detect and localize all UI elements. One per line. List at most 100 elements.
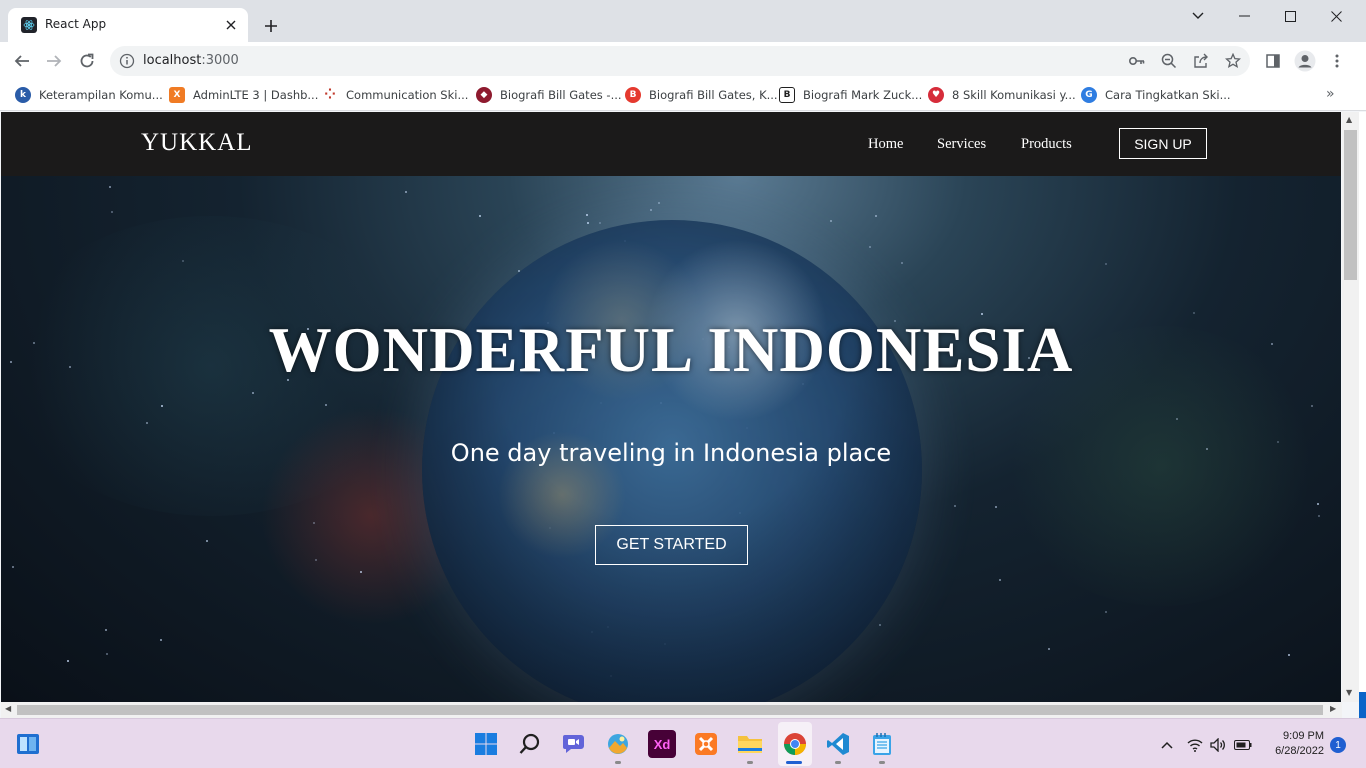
chrome-icon[interactable] [781, 730, 809, 758]
star-dot [479, 215, 481, 217]
get-started-button[interactable]: GET STARTED [595, 525, 748, 565]
star-dot [315, 559, 317, 561]
close-window-button[interactable] [1313, 0, 1359, 32]
star-dot [106, 653, 108, 655]
adobe-xd-icon[interactable]: Xd [648, 730, 676, 758]
react-favicon-icon [21, 17, 37, 33]
running-indicator [615, 761, 621, 764]
bookmark-label: AdminLTE 3 | Dashb... [193, 88, 319, 102]
notification-count-badge[interactable]: 1 [1330, 737, 1346, 753]
nav-products-link[interactable]: Products [1021, 136, 1072, 153]
star-dot [650, 209, 652, 211]
star-dot [325, 404, 327, 406]
key-icon[interactable] [1127, 51, 1147, 71]
star-dot [875, 215, 877, 217]
star-dot [599, 222, 601, 224]
tab-react-app[interactable]: React App [8, 8, 248, 42]
star-dot [146, 422, 148, 424]
minimize-button[interactable] [1221, 0, 1267, 32]
diamond-icon: ◆ [476, 87, 492, 103]
site-logo[interactable]: YUKKAL [141, 129, 253, 157]
vertical-scroll-thumb[interactable] [1344, 130, 1357, 280]
address-bar[interactable]: localhost:3000 [110, 46, 1250, 76]
bookmark-label: Biografi Bill Gates, K... [649, 88, 778, 102]
horizontal-scroll-thumb[interactable] [17, 705, 1323, 715]
back-button[interactable] [8, 47, 36, 75]
running-indicator [835, 761, 841, 764]
nav-home-link[interactable]: Home [868, 136, 903, 153]
star-dot [1048, 648, 1050, 650]
url-text[interactable]: localhost:3000 [143, 53, 239, 68]
nav-services-link[interactable]: Services [937, 136, 986, 153]
new-tab-button[interactable] [258, 13, 284, 39]
tab-search-chevron-icon[interactable] [1175, 0, 1221, 32]
star-dot [658, 202, 660, 204]
tray-overflow-chevron-icon[interactable] [1158, 736, 1176, 754]
url-port: :3000 [201, 53, 239, 68]
side-panel-icon[interactable] [1259, 47, 1287, 75]
hero-section: WONDERFUL INDONESIA One day traveling in… [1, 176, 1341, 702]
running-indicator [747, 761, 753, 764]
bookmark-item[interactable]: ⁘ Communication Ski... [322, 85, 468, 105]
system-clock[interactable]: 9:09 PM 6/28/2022 [1260, 729, 1324, 759]
star-dot [901, 262, 903, 264]
horizontal-scrollbar[interactable]: ◀ ▶ [1, 702, 1342, 718]
reload-button[interactable] [73, 47, 101, 75]
profile-avatar-icon[interactable] [1291, 47, 1319, 75]
windows-start-icon[interactable] [472, 730, 500, 758]
bookmark-label: Biografi Bill Gates -... [500, 88, 622, 102]
bookmark-label: 8 Skill Komunikasi y... [952, 88, 1076, 102]
bookmarks-overflow-icon[interactable]: » [1326, 86, 1335, 102]
star-dot [160, 639, 162, 641]
star-dot [879, 624, 881, 626]
running-indicator [879, 761, 885, 764]
zoom-icon[interactable] [1159, 51, 1179, 71]
star-dot [182, 260, 184, 262]
chrome-menu-icon[interactable] [1323, 47, 1351, 75]
widgets-icon[interactable] [14, 730, 42, 758]
xampp-icon[interactable] [692, 730, 720, 758]
photos-icon[interactable] [604, 730, 632, 758]
scroll-down-arrow-icon[interactable]: ▼ [1346, 688, 1352, 697]
forward-button[interactable] [40, 47, 68, 75]
sign-up-button[interactable]: SIGN UP [1119, 128, 1207, 159]
site-info-icon[interactable] [119, 53, 135, 69]
bookmark-item[interactable]: B Biografi Mark Zuck... [779, 85, 922, 105]
star-dot [999, 579, 1001, 581]
page-viewport: YUKKAL Home Services Products SIGN UP WO… [1, 112, 1341, 702]
bookmark-item[interactable]: k Keterampilan Komu... [15, 85, 163, 105]
star-dot [67, 660, 69, 662]
wifi-icon[interactable] [1186, 736, 1204, 754]
clock-time: 9:09 PM [1283, 730, 1324, 742]
g-blue-icon: G [1081, 87, 1097, 103]
star-dot [105, 629, 107, 631]
star-dot [586, 214, 588, 216]
bookmark-item[interactable]: ◆ Biografi Bill Gates -... [476, 85, 622, 105]
vertical-scrollbar[interactable]: ▲ ▼ [1342, 112, 1359, 702]
bookmark-item[interactable]: X AdminLTE 3 | Dashb... [169, 85, 318, 105]
bookmark-item[interactable]: ♥ 8 Skill Komunikasi y... [928, 85, 1076, 105]
browser-tab-strip: React App [0, 0, 1366, 42]
vscode-icon[interactable] [824, 730, 852, 758]
star-dot [360, 571, 362, 573]
maximize-button[interactable] [1267, 0, 1313, 32]
scroll-up-arrow-icon[interactable]: ▲ [1346, 115, 1352, 124]
bookmark-star-icon[interactable] [1223, 51, 1243, 71]
star-dot [1311, 405, 1313, 407]
tab-close-icon[interactable] [222, 16, 240, 34]
star-dot [830, 220, 832, 222]
teams-chat-icon[interactable] [560, 730, 588, 758]
scroll-right-arrow-icon[interactable]: ▶ [1330, 704, 1336, 713]
b-black-icon: B [779, 87, 795, 103]
share-icon[interactable] [1191, 51, 1211, 71]
search-icon[interactable] [516, 730, 544, 758]
hero-subtitle: One day traveling in Indonesia place [450, 439, 892, 467]
battery-icon[interactable] [1234, 736, 1252, 754]
notepad-icon[interactable] [868, 730, 896, 758]
file-explorer-icon[interactable] [736, 730, 764, 758]
bookmark-item[interactable]: B Biografi Bill Gates, K... [625, 85, 778, 105]
scroll-left-arrow-icon[interactable]: ◀ [5, 704, 11, 713]
bookmark-item[interactable]: G Cara Tingkatkan Ski... [1081, 85, 1231, 105]
star-dot [252, 392, 254, 394]
volume-icon[interactable] [1209, 736, 1227, 754]
